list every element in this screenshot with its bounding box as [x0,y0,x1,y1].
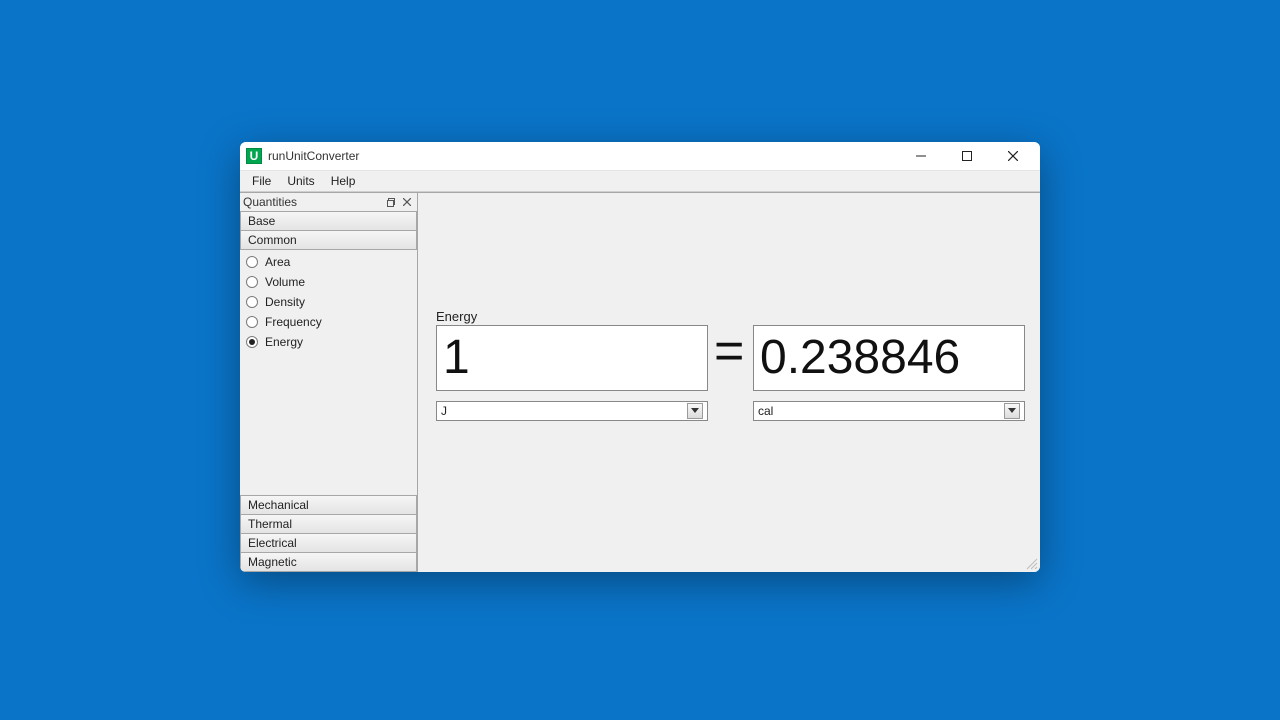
radio-icon [246,316,258,328]
panel-title: Quantities [242,195,383,209]
left-unit-text: J [441,404,687,418]
quantity-area[interactable]: Area [240,252,417,272]
right-unit-text: cal [758,404,1004,418]
category-magnetic[interactable]: Magnetic [240,552,417,572]
title-bar[interactable]: U runUnitConverter [240,142,1040,170]
menu-help[interactable]: Help [323,172,364,190]
panel-header: Quantities [240,193,417,211]
app-window: U runUnitConverter File Units Help Quant… [240,142,1040,572]
minimize-button[interactable] [898,142,944,170]
close-button[interactable] [990,142,1036,170]
radio-icon [246,336,258,348]
app-icon: U [246,148,262,164]
menu-units[interactable]: Units [279,172,322,190]
quantity-energy[interactable]: Energy [240,332,417,352]
content-area: Energy 1 = 0.238846 J cal [417,193,1040,572]
window-title: runUnitConverter [268,149,359,163]
panel-close-icon[interactable] [399,195,415,209]
category-electrical[interactable]: Electrical [240,533,417,553]
chevron-down-icon [687,403,703,419]
right-unit-select[interactable]: cal [753,401,1025,421]
chevron-down-icon [1004,403,1020,419]
radio-icon [246,256,258,268]
quantity-heading: Energy [436,309,477,324]
category-mechanical[interactable]: Mechanical [240,495,417,515]
category-thermal[interactable]: Thermal [240,514,417,534]
category-base[interactable]: Base [240,211,417,231]
quantity-density[interactable]: Density [240,292,417,312]
equals-sign: = [714,321,744,381]
menu-bar: File Units Help [240,170,1040,192]
panel-float-icon[interactable] [383,195,399,209]
left-unit-select[interactable]: J [436,401,708,421]
quantity-frequency[interactable]: Frequency [240,312,417,332]
right-value-output: 0.238846 [753,325,1025,391]
quantity-label: Area [265,255,290,269]
quantity-volume[interactable]: Volume [240,272,417,292]
quantity-label: Volume [265,275,305,289]
menu-file[interactable]: File [244,172,279,190]
quantities-panel: Quantities Base Common Area [240,193,417,572]
left-value-input[interactable]: 1 [436,325,708,391]
resize-grip-icon[interactable] [1024,556,1038,570]
maximize-button[interactable] [944,142,990,170]
quantity-label: Frequency [265,315,322,329]
quantity-label: Energy [265,335,303,349]
radio-icon [246,296,258,308]
quantity-radio-group: Area Volume Density Frequency [240,250,417,352]
quantity-label: Density [265,295,305,309]
radio-icon [246,276,258,288]
category-common[interactable]: Common [240,230,417,250]
